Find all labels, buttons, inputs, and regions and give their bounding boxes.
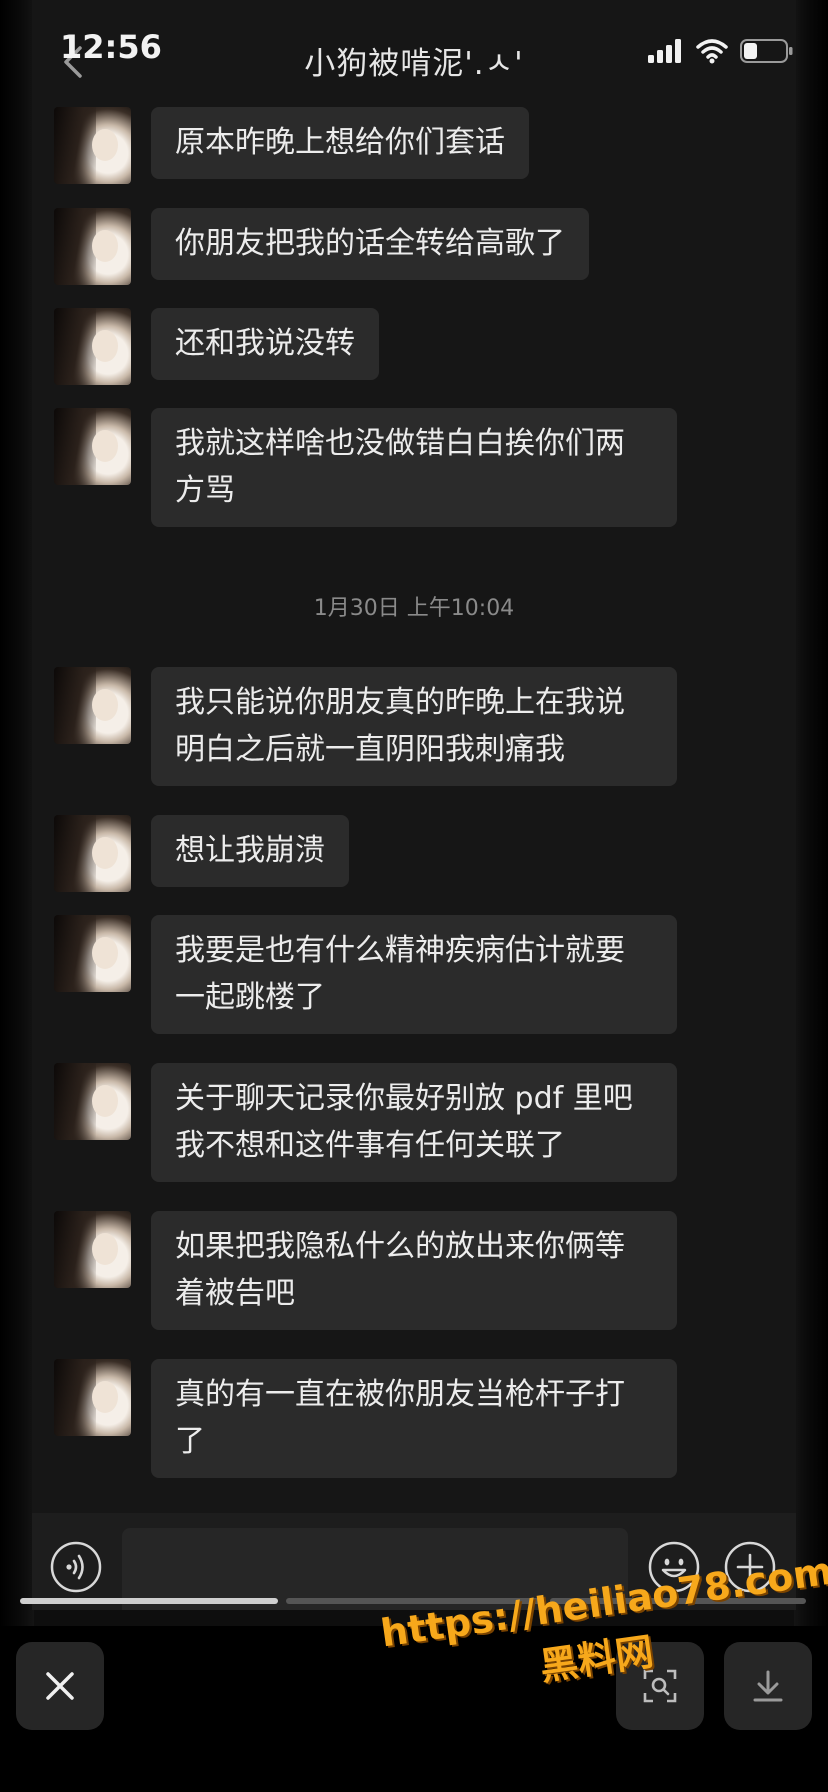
message-row: 想让我崩溃 (54, 815, 349, 892)
status-icons (648, 38, 794, 64)
message-row: 真的有一直在被你朋友当枪杆子打了 (54, 1359, 677, 1478)
message-row: 如果把我隐私什么的放出来你俩等着被告吧 (54, 1211, 677, 1330)
message-row: 关于聊天记录你最好别放 pdf 里吧我不想和这件事有任何关联了 (54, 1063, 677, 1182)
avatar[interactable] (54, 1211, 131, 1288)
gallery-indicator-active (20, 1598, 278, 1604)
timestamp: 1月30日 上午10:04 (313, 596, 515, 621)
screenshot-viewer: 12:56 小狗被啃泥'.ㅅ' 原本昨晚上想给你们套话 你朋友把我的话全转给高歌… (0, 0, 828, 1792)
message-row: 你朋友把我的话全转给高歌了 (54, 208, 589, 285)
right-vignette (794, 0, 828, 1792)
message-row: 还和我说没转 (54, 308, 379, 385)
message-bubble[interactable]: 我就这样啥也没做错白白挨你们两方骂 (151, 408, 677, 527)
close-button[interactable] (16, 1642, 104, 1730)
avatar[interactable] (54, 208, 131, 285)
message-bubble[interactable]: 还和我说没转 (151, 308, 379, 380)
close-icon (46, 1672, 74, 1700)
message-bubble[interactable]: 关于聊天记录你最好别放 pdf 里吧我不想和这件事有任何关联了 (151, 1063, 677, 1182)
avatar[interactable] (54, 308, 131, 385)
left-vignette (0, 0, 34, 1792)
message-row: 我只能说你朋友真的昨晚上在我说明白之后就一直阴阳我刺痛我 (54, 667, 677, 786)
avatar[interactable] (54, 408, 131, 485)
message-row: 我就这样啥也没做错白白挨你们两方骂 (54, 408, 677, 527)
avatar[interactable] (54, 815, 131, 892)
message-bubble[interactable]: 想让我崩溃 (151, 815, 349, 887)
avatar[interactable] (54, 1359, 131, 1436)
message-row: 我要是也有什么精神疾病估计就要一起跳楼了 (54, 915, 677, 1034)
voice-icon[interactable] (50, 1541, 102, 1593)
battery-icon (740, 39, 793, 63)
message-bubble[interactable]: 你朋友把我的话全转给高歌了 (151, 208, 589, 280)
avatar[interactable] (54, 107, 131, 184)
wifi-icon (696, 39, 728, 64)
message-bubble[interactable]: 我只能说你朋友真的昨晚上在我说明白之后就一直阴阳我刺痛我 (151, 667, 677, 786)
message-bubble[interactable]: 真的有一直在被你朋友当枪杆子打了 (151, 1359, 677, 1478)
signal-icon (648, 39, 681, 63)
message-bubble[interactable]: 我要是也有什么精神疾病估计就要一起跳楼了 (151, 915, 677, 1034)
avatar[interactable] (54, 915, 131, 992)
avatar[interactable] (54, 1063, 131, 1140)
avatar[interactable] (54, 667, 131, 744)
message-bubble[interactable]: 如果把我隐私什么的放出来你俩等着被告吧 (151, 1211, 677, 1330)
message-bubble[interactable]: 原本昨晚上想给你们套话 (151, 107, 529, 179)
message-row: 原本昨晚上想给你们套话 (54, 107, 529, 184)
